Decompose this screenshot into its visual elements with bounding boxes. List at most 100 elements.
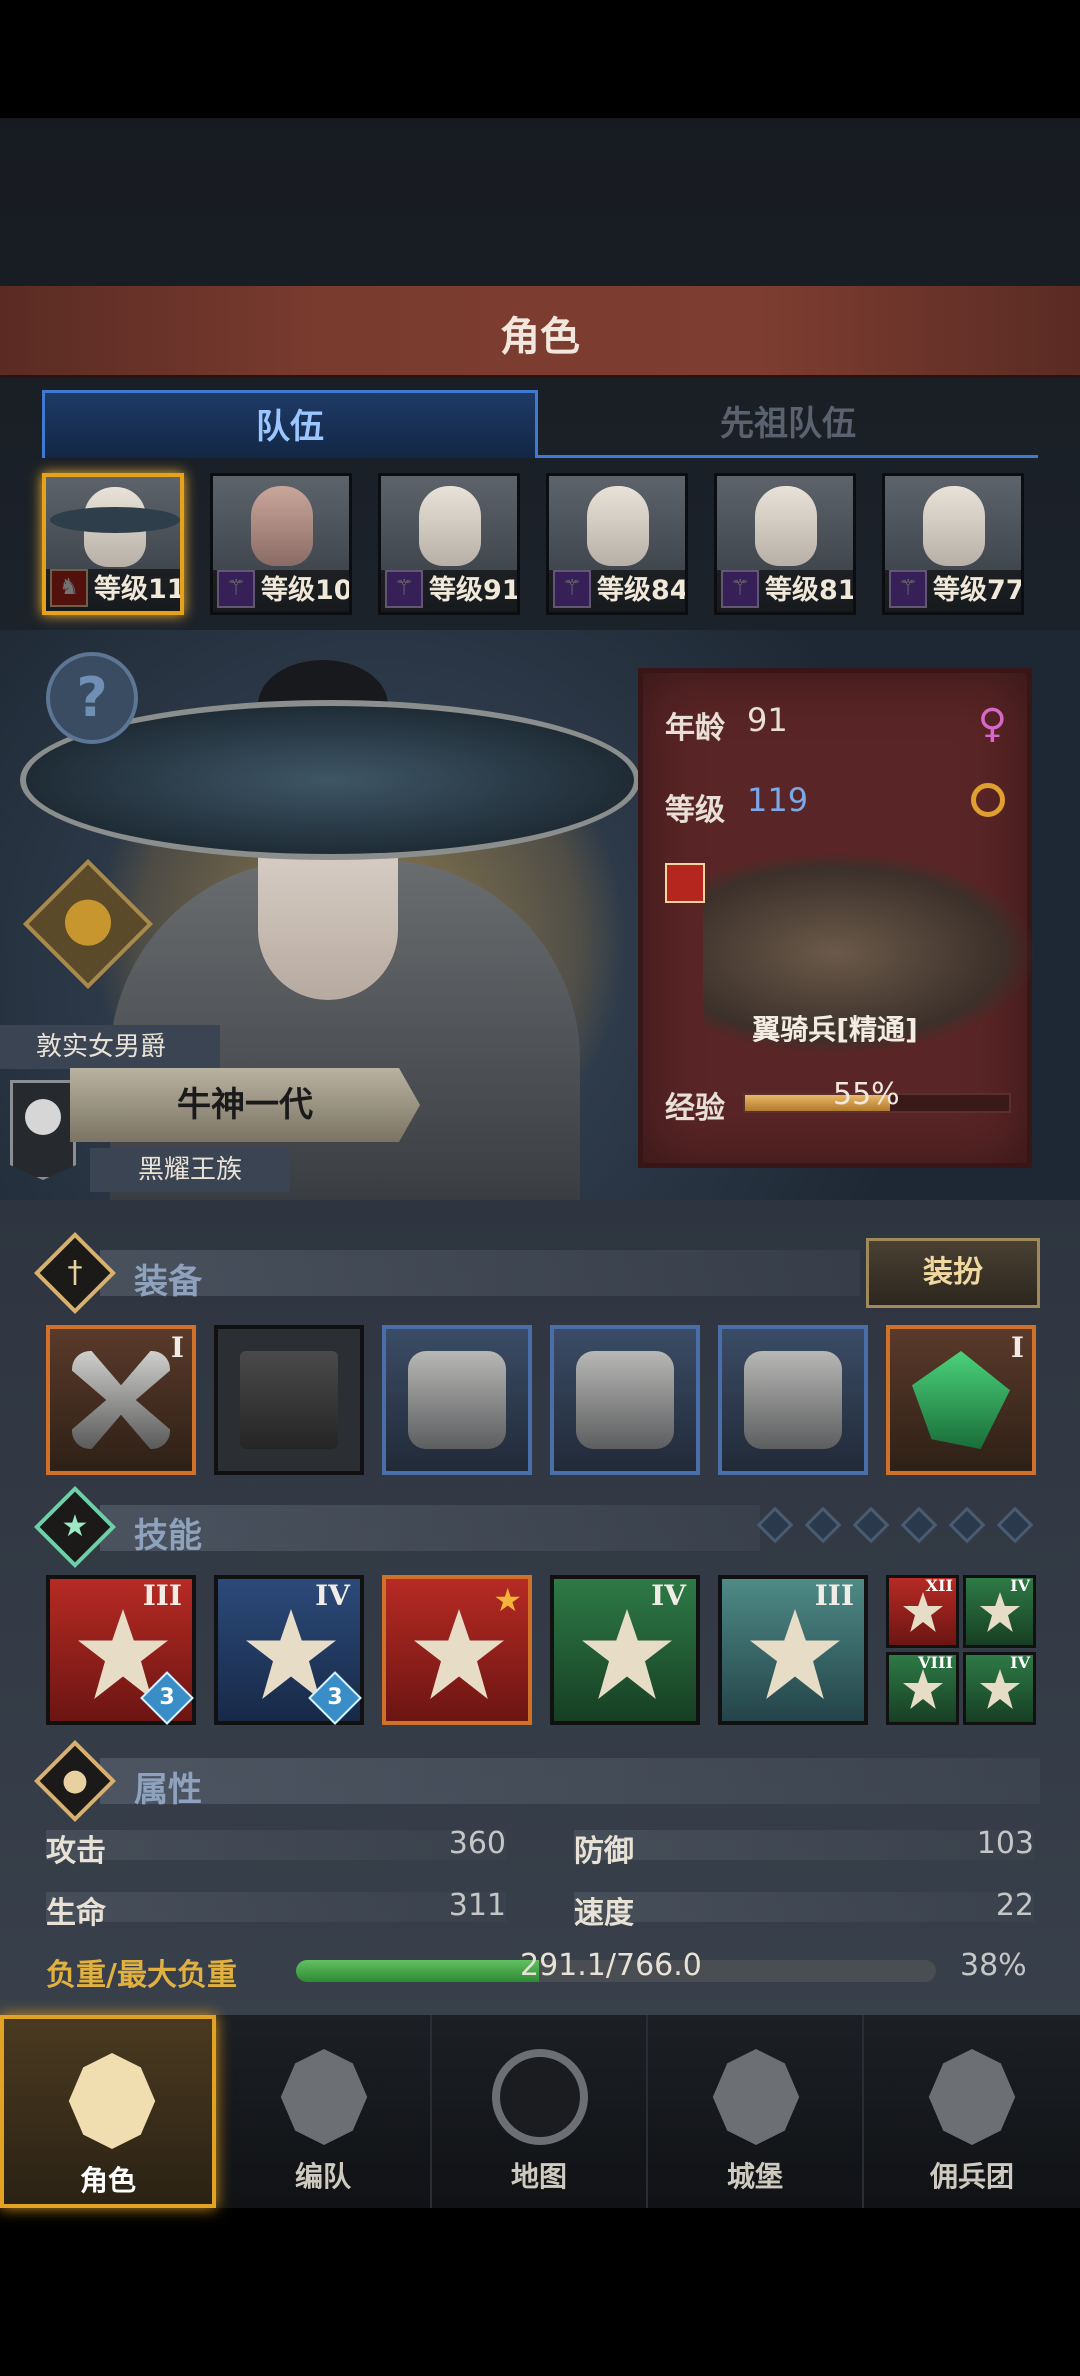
passive-slot[interactable]: XII	[886, 1575, 959, 1648]
system-nav-bar	[0, 2208, 1080, 2376]
ring-icon[interactable]	[971, 783, 1005, 817]
speed-label: 速度	[574, 1896, 634, 1931]
passive-slot[interactable]: IV	[963, 1652, 1036, 1725]
hero-face	[258, 840, 398, 1000]
skills-title: 技能	[134, 1516, 202, 1556]
spike-icon	[980, 1669, 1020, 1709]
attack-label: 攻击	[46, 1834, 106, 1869]
exp-label: 经验	[665, 1091, 725, 1126]
portrait-face	[755, 486, 817, 566]
status-bar	[0, 0, 1080, 118]
roster-portrait[interactable]: ⚚ 等级77	[882, 473, 1024, 615]
boots-slot[interactable]	[718, 1325, 868, 1475]
page-title: 角色	[500, 314, 580, 360]
star-icon: ★	[493, 1581, 522, 1619]
crossed-swords-icon	[72, 1351, 170, 1449]
hero-house: 黑耀王族	[90, 1148, 290, 1192]
hero-name[interactable]: 牛神一代	[70, 1068, 420, 1142]
compass-icon	[492, 2049, 588, 2145]
nav-label: 角色	[79, 2164, 136, 2197]
dress-up-button[interactable]: 装扮	[866, 1238, 1040, 1308]
great-helm-icon	[408, 1351, 506, 1449]
banner-skill-icon	[414, 1609, 504, 1699]
helmet-icon	[280, 2049, 368, 2145]
skill-slot[interactable]: ★	[382, 1575, 532, 1725]
roster-portrait[interactable]: ⚚ 等级84	[546, 473, 688, 615]
tab-team[interactable]: 队伍	[42, 390, 538, 458]
charge-badge: 3	[308, 1671, 362, 1725]
load-bar-fill	[296, 1960, 540, 1982]
equipment-title: 装备	[134, 1262, 202, 1302]
crystal-burst-icon	[582, 1609, 672, 1699]
skill-slot[interactable]: III	[718, 1575, 868, 1725]
nav-label: 佣兵团	[929, 2160, 1014, 2193]
castle-icon	[712, 2049, 800, 2145]
unit-class-name: 翼骑兵[精通]	[752, 1013, 918, 1046]
charge-badge: 3	[140, 1671, 194, 1725]
portrait-level: 等级119	[46, 569, 180, 611]
nav-castle[interactable]: 城堡	[648, 2015, 864, 2208]
trinket-slot[interactable]: I	[886, 1325, 1036, 1475]
passive-slot[interactable]: IV	[963, 1575, 1036, 1648]
age-label: 年龄	[665, 711, 725, 746]
crystal-swirl-icon	[750, 1609, 840, 1699]
roster-portrait[interactable]: ⚚ 等级91	[378, 473, 520, 615]
plate-boots-icon	[744, 1351, 842, 1449]
level-label: 等级	[665, 793, 725, 828]
age-value: 91	[747, 701, 788, 739]
female-icon: ♀	[977, 701, 1007, 747]
roster-portrait[interactable]: ⚚ 等级107	[210, 473, 352, 615]
knight-icon	[68, 2053, 156, 2149]
passive-slot[interactable]: VIII	[886, 1652, 959, 1725]
defense-value: 103	[976, 1826, 1034, 1861]
empty-slot-icon	[240, 1351, 338, 1449]
skill-rank: III	[814, 1579, 854, 1612]
nav-mercenary[interactable]: 佣兵团	[864, 2015, 1080, 2208]
portrait-face	[923, 486, 985, 566]
banner-slot[interactable]	[214, 1325, 364, 1475]
nav-label: 地图	[510, 2160, 567, 2193]
attack-value: 360	[448, 1826, 506, 1861]
cavalry-icon	[665, 863, 705, 903]
passive-rank: IV	[1010, 1576, 1030, 1595]
armor-slot[interactable]	[550, 1325, 700, 1475]
portrait-level: 等级107	[213, 570, 349, 612]
item-rank: I	[1010, 1331, 1024, 1364]
skill-slot[interactable]: IV	[550, 1575, 700, 1725]
skill-slot[interactable]: III 3	[46, 1575, 196, 1725]
nav-formation[interactable]: 编队	[216, 2015, 432, 2208]
tab-ancestor-team[interactable]: 先祖队伍	[538, 390, 1038, 458]
green-gem-icon	[912, 1351, 1010, 1449]
skill-rank: IV	[315, 1579, 350, 1612]
sword-icon	[903, 1592, 943, 1632]
passive-rank: XII	[925, 1576, 953, 1595]
house-banner-icon[interactable]	[10, 1080, 76, 1180]
speed-value: 22	[995, 1888, 1034, 1923]
attributes-title: 属性	[134, 1770, 202, 1810]
life-value: 311	[448, 1888, 506, 1923]
portrait-hat	[50, 507, 180, 533]
load-value: 291.1/766.0	[520, 1948, 702, 1983]
portrait-face	[419, 486, 481, 566]
level-value: 119	[747, 781, 809, 819]
section-divider	[100, 1758, 1040, 1804]
load-percent: 38%	[960, 1948, 1027, 1983]
roster-portrait[interactable]: ⚚ 等级81	[714, 473, 856, 615]
portrait-level: 等级77	[885, 570, 1021, 612]
nav-label: 编队	[294, 2160, 351, 2193]
portrait-level: 等级81	[717, 570, 853, 612]
weapon-slot[interactable]: I	[46, 1325, 196, 1475]
passive-rank: VIII	[918, 1653, 953, 1672]
roster-portrait[interactable]: ♞ 等级119	[42, 473, 184, 615]
item-rank: I	[170, 1331, 184, 1364]
portrait-face	[587, 486, 649, 566]
plate-armor-icon	[576, 1351, 674, 1449]
page-header: 角色	[0, 286, 1080, 378]
skill-slot[interactable]: IV 3	[214, 1575, 364, 1725]
help-button[interactable]: ?	[46, 652, 138, 744]
passive-rank: IV	[1010, 1653, 1030, 1672]
helmet-slot[interactable]	[382, 1325, 532, 1475]
mercenary-icon	[928, 2049, 1016, 2145]
nav-map[interactable]: 地图	[432, 2015, 648, 2208]
nav-character[interactable]: 角色	[0, 2015, 216, 2208]
